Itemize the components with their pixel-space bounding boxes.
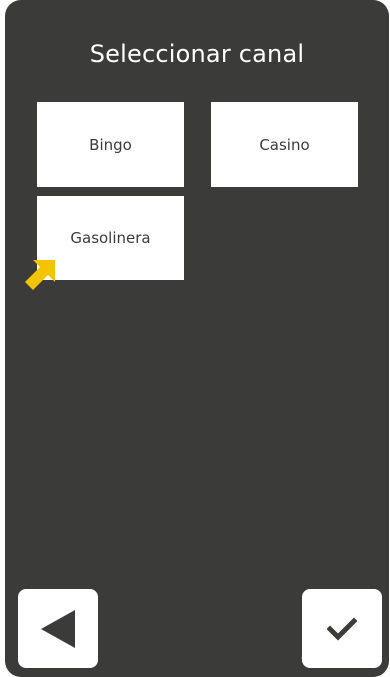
- channel-tile-bingo[interactable]: Bingo: [37, 102, 184, 187]
- channel-label: Casino: [259, 135, 310, 154]
- channel-select-screen: Seleccionar canal Bingo Casino Gasoliner…: [5, 0, 389, 677]
- arrow-pointer-icon: [25, 260, 55, 290]
- channel-tile-casino[interactable]: Casino: [211, 102, 358, 187]
- back-label: Atrás: [37, 651, 74, 667]
- checkmark-icon: [327, 616, 357, 641]
- channel-label: Bingo: [89, 135, 132, 154]
- page-title: Seleccionar canal: [89, 40, 305, 68]
- triangle-left-icon: [41, 609, 75, 648]
- continue-label: Continuar: [301, 651, 370, 667]
- channel-label: Gasolinera: [70, 229, 151, 247]
